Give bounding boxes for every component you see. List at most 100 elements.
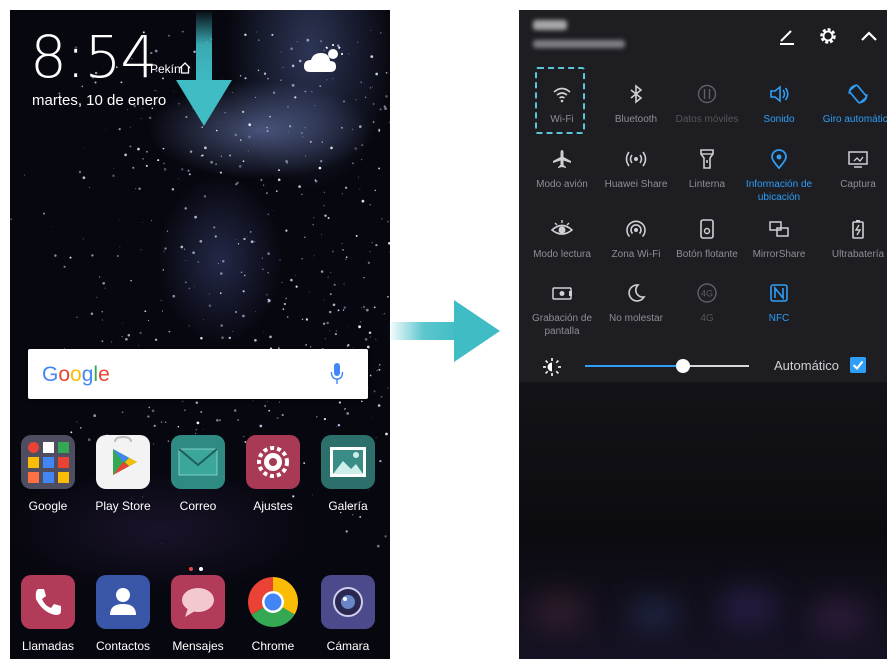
tile-captura[interactable]: Captura <box>820 148 887 191</box>
tile-mirrorshare[interactable]: MirrorShare <box>741 218 817 261</box>
transition-arrow-icon <box>388 300 500 362</box>
moon-icon <box>628 284 646 302</box>
svg-text:4G: 4G <box>701 289 713 299</box>
tile-ultrabateria[interactable]: Ultrabatería <box>820 218 887 261</box>
tile-label: Bluetooth <box>614 114 658 125</box>
screen-record-icon <box>552 287 572 300</box>
tile-label: Zona Wi-Fi <box>611 249 661 260</box>
tile-label: Huawei Share <box>604 179 668 190</box>
nfc-icon <box>770 284 788 302</box>
tile-boton-flotante[interactable]: Botón flotante <box>669 218 745 261</box>
tile-no-molestar[interactable]: No molestar <box>598 282 674 325</box>
tile-label: Modo avión <box>536 179 588 190</box>
blurred-time <box>533 20 567 30</box>
tile-modo-avion[interactable]: Modo avión <box>524 148 600 191</box>
eye-icon <box>551 220 573 235</box>
tile-sonido[interactable]: Sonido <box>741 83 817 126</box>
edit-icon[interactable] <box>777 26 797 46</box>
4g-icon: 4G <box>697 283 717 303</box>
contacts-icon <box>96 575 150 629</box>
tile-label: Sonido <box>763 114 795 125</box>
tile-4g[interactable]: 4G 4G <box>669 282 745 325</box>
app-chrome[interactable]: Chrome <box>235 575 311 653</box>
weather-icon[interactable] <box>302 42 346 76</box>
app-camera[interactable]: Cámara <box>310 575 386 653</box>
tile-label: Modo lectura <box>533 249 591 260</box>
app-settings[interactable]: Ajustes <box>235 435 311 513</box>
google-logo: Google <box>42 363 110 386</box>
google-folder-icon <box>21 435 75 489</box>
tile-label: Datos móviles <box>675 114 739 125</box>
notification-shade: Wi-Fi Bluetooth Datos móviles Sonido Giro au… <box>519 10 887 659</box>
tile-label: Linterna <box>688 179 726 190</box>
tile-label: Botón flotante <box>676 249 738 260</box>
auto-brightness-checkbox[interactable] <box>850 357 866 373</box>
tile-label: Grabación de pantalla <box>531 313 593 337</box>
brightness-slider-fill <box>585 365 684 367</box>
swipe-down-arrow-icon <box>176 10 232 126</box>
auto-rotate-icon <box>848 84 868 104</box>
airplane-icon <box>553 150 571 168</box>
tile-linterna[interactable]: Linterna <box>669 148 745 191</box>
shade-background <box>519 382 887 659</box>
tile-grabacion-de-pantalla[interactable]: Grabación de pantalla <box>524 282 600 338</box>
app-mail[interactable]: Correo <box>160 435 236 513</box>
brightness-icon <box>543 358 561 376</box>
play-store-icon <box>96 435 150 489</box>
collapse-chevron-icon[interactable] <box>859 26 879 46</box>
date-label: martes, 10 de enero <box>32 92 167 109</box>
screenshot-icon <box>848 151 868 168</box>
bluetooth-icon <box>630 84 643 104</box>
wifi-highlight-box <box>535 67 585 134</box>
battery-saver-icon <box>852 220 864 239</box>
app-contacts[interactable]: Contactos <box>85 575 161 653</box>
tile-label: 4G <box>700 313 714 324</box>
blurred-date <box>533 40 625 48</box>
sound-icon <box>770 85 789 103</box>
hotspot-icon <box>626 220 646 238</box>
floating-button-icon <box>700 219 714 239</box>
clock: 8:54 <box>30 23 157 91</box>
mobile-data-icon <box>697 84 717 104</box>
tile-label: No molestar <box>609 313 663 324</box>
mic-icon[interactable] <box>330 362 344 386</box>
tile-label: MirrorShare <box>752 249 806 260</box>
tile-label: NFC <box>768 313 790 324</box>
tile-giro-automatico[interactable]: Giro automático <box>820 83 887 126</box>
tile-label: Ultrabatería <box>831 249 885 260</box>
tile-zona-wi-fi[interactable]: Zona Wi-Fi <box>598 218 674 261</box>
location-icon <box>771 149 787 170</box>
brightness-slider[interactable] <box>585 365 749 367</box>
page-indicator <box>186 558 206 576</box>
tile-label: Giro automático <box>822 114 887 125</box>
chrome-icon <box>246 575 300 629</box>
tile-label: Información de ubicación <box>745 179 813 203</box>
tile-informacion-de-ubicacion[interactable]: Información de ubicación <box>741 148 817 204</box>
app-gallery[interactable]: Galería <box>310 435 386 513</box>
home-screen: 8:54 Pekín martes, 10 de enero Google Go… <box>10 10 390 659</box>
settings-icon[interactable] <box>818 26 838 46</box>
huawei-share-icon <box>625 151 647 167</box>
app-phone[interactable]: Llamadas <box>10 575 86 653</box>
brightness-slider-thumb[interactable] <box>676 359 691 373</box>
gallery-icon <box>321 435 375 489</box>
app-google[interactable]: Google <box>10 435 86 513</box>
tile-datos-moviles[interactable]: Datos móviles <box>669 83 745 126</box>
auto-brightness-label: Automático <box>774 358 840 373</box>
flashlight-icon <box>700 149 714 169</box>
camera-icon <box>321 575 375 629</box>
mail-icon <box>171 435 225 489</box>
google-search-bar[interactable]: Google <box>28 349 368 399</box>
settings-icon <box>246 435 300 489</box>
mirror-share-icon <box>769 221 789 237</box>
messages-icon <box>171 575 225 629</box>
phone-icon <box>21 575 75 629</box>
app-play-store[interactable]: Play Store <box>85 435 161 513</box>
quick-settings-panel: Wi-Fi Bluetooth Datos móviles Sonido Giro au… <box>519 10 887 382</box>
tile-modo-lectura[interactable]: Modo lectura <box>524 218 600 261</box>
tile-bluetooth[interactable]: Bluetooth <box>598 83 674 126</box>
tile-huawei-share[interactable]: Huawei Share <box>598 148 674 191</box>
tile-nfc[interactable]: NFC <box>741 282 817 325</box>
tile-label: Captura <box>840 179 876 190</box>
app-messages[interactable]: Mensajes <box>160 575 236 653</box>
